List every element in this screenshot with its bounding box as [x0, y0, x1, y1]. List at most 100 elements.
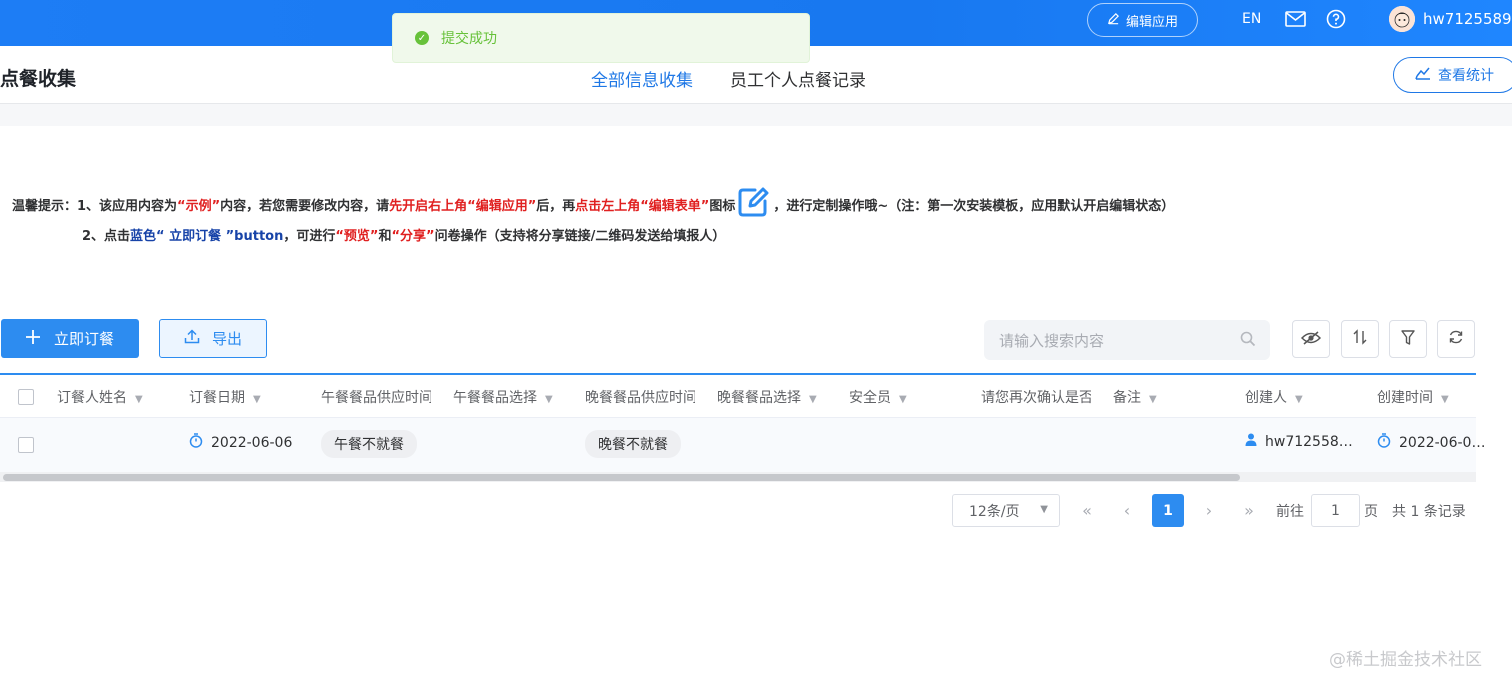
search-icon[interactable]: [1240, 331, 1256, 351]
cell-created-at: 2022-06-0…: [1377, 433, 1485, 452]
column-label: 订餐人姓名: [57, 390, 127, 406]
watermark: @稀土掘金技术社区: [1329, 650, 1482, 670]
filter-icon: [1401, 329, 1415, 349]
edit-app-label: 编辑应用: [1125, 14, 1178, 30]
column-header[interactable]: 晚餐餐品选择 ▼: [717, 387, 829, 407]
column-header[interactable]: 订餐人姓名 ▼: [57, 387, 169, 407]
tips-text-segment: 和: [378, 229, 392, 244]
refresh-button[interactable]: [1437, 320, 1475, 358]
table-row[interactable]: 2022-06-06 午餐不就餐 晚餐不就餐 hw712558… 2022-06…: [0, 418, 1485, 473]
caret-down-icon[interactable]: ▼: [899, 394, 907, 405]
caret-down-icon[interactable]: ▼: [545, 394, 553, 405]
help-icon[interactable]: [1326, 8, 1346, 30]
tips-line-1: 温馨提示：1、该应用内容为“示例”内容，若您需要修改内容，请先开启右上角“编辑应…: [12, 186, 1174, 226]
page-unit-label: 页: [1364, 503, 1378, 520]
mail-icon[interactable]: [1285, 8, 1306, 30]
cell-dinner-time: 晚餐不就餐: [585, 430, 681, 458]
scrollbar-thumb[interactable]: [3, 474, 1240, 481]
creator-value: hw712558…: [1265, 433, 1353, 450]
caret-down-icon[interactable]: ▼: [809, 394, 817, 405]
export-label: 导出: [211, 330, 242, 348]
prev-page-icon[interactable]: ‹: [1112, 494, 1142, 527]
page-number-current[interactable]: 1: [1152, 494, 1184, 527]
tips-text: 温馨提示：1、该应用内容为“示例”内容，若您需要修改内容，请先开启右上角“编辑应…: [12, 186, 1174, 248]
tab-all-info[interactable]: 全部信息收集: [591, 66, 693, 91]
caret-down-icon: ▼: [1040, 504, 1048, 515]
search-placeholder: 请输入搜索内容: [999, 331, 1105, 350]
tab-personal-records[interactable]: 员工个人点餐记录: [730, 66, 866, 91]
language-toggle[interactable]: EN: [1242, 8, 1261, 30]
tips-highlight: 先开启右上角“编辑应用”: [389, 199, 537, 214]
plus-icon: [25, 329, 40, 348]
page-size-select[interactable]: 12条/页 ▼: [952, 494, 1060, 527]
order-now-button[interactable]: 立即订餐: [1, 319, 139, 358]
edit-app-button[interactable]: 编辑应用: [1087, 3, 1198, 37]
upload-icon: [184, 329, 200, 348]
refresh-icon: [1448, 329, 1464, 349]
tips-highlight: “分享”: [391, 229, 435, 244]
goto-label: 前往: [1276, 503, 1304, 520]
data-table: 订餐人姓名 ▼ 订餐日期 ▼ 午餐餐品供应时间 午餐餐品选择 ▼ 晚餐餐品供应时间 晚…: [0, 373, 1485, 473]
tips-highlight: 蓝色“ 立即订餐 ”button: [130, 229, 284, 244]
search-input[interactable]: 请输入搜索内容: [984, 320, 1270, 360]
column-label: 创建时间: [1377, 390, 1433, 406]
cell-date: 2022-06-06: [189, 433, 292, 452]
chart-icon: [1414, 65, 1432, 85]
eye-off-icon: [1300, 330, 1322, 349]
tips-text-segment: 后，再: [536, 199, 576, 214]
tips-highlight: 点击左上角“编辑表单”: [575, 199, 710, 214]
cell-creator: hw712558…: [1245, 433, 1353, 450]
caret-down-icon[interactable]: ▼: [1149, 394, 1157, 405]
edit-form-icon: [737, 186, 771, 226]
hide-columns-button[interactable]: [1292, 320, 1330, 358]
success-toast: ✓ 提交成功: [392, 13, 810, 63]
sort-icon: [1353, 329, 1367, 349]
column-label: 午餐餐品选择: [453, 390, 537, 406]
column-header[interactable]: 备注 ▼: [1113, 387, 1225, 407]
toast-message: 提交成功: [441, 31, 497, 47]
caret-down-icon[interactable]: ▼: [1441, 394, 1449, 405]
order-now-label: 立即订餐: [53, 330, 114, 348]
tips-text-segment: ，进行定制操作哦~（注：第一次安装模板，应用默认开启编辑状态）: [773, 199, 1175, 214]
view-stats-button[interactable]: 查看统计: [1393, 57, 1512, 93]
tips-highlight: “预览”: [335, 229, 379, 244]
tips-text-segment: ，可进行: [283, 229, 336, 244]
next-page-icon[interactable]: ›: [1194, 494, 1224, 527]
tips-text-segment: 内容，若您需要修改内容，请: [220, 199, 390, 214]
column-header[interactable]: 创建时间 ▼: [1377, 387, 1476, 407]
date-value: 2022-06-06: [211, 434, 293, 451]
created-at-value: 2022-06-0…: [1399, 434, 1486, 451]
column-header[interactable]: 午餐餐品供应时间: [321, 387, 431, 407]
caret-down-icon[interactable]: ▼: [135, 394, 143, 405]
column-header[interactable]: 安全员 ▼: [849, 387, 961, 407]
stopwatch-icon: [1377, 433, 1391, 452]
username[interactable]: hw71255899: [1423, 8, 1512, 30]
page-title: 点餐收集: [0, 68, 77, 90]
column-label: 备注: [1113, 390, 1141, 406]
avatar[interactable]: [1389, 6, 1415, 32]
tips-highlight: “示例”: [177, 199, 221, 214]
tag: 午餐不就餐: [321, 430, 417, 458]
column-header[interactable]: 午餐餐品选择 ▼: [453, 387, 565, 407]
export-button[interactable]: 导出: [159, 319, 267, 358]
caret-down-icon[interactable]: ▼: [253, 394, 261, 405]
view-stats-label: 查看统计: [1438, 68, 1494, 84]
first-page-icon[interactable]: «: [1072, 494, 1102, 527]
tips-text-segment: 2、点击: [82, 229, 131, 244]
filter-button[interactable]: [1389, 320, 1427, 358]
table-header: 订餐人姓名 ▼ 订餐日期 ▼ 午餐餐品供应时间 午餐餐品选择 ▼ 晚餐餐品供应时间 晚…: [0, 373, 1476, 418]
caret-down-icon[interactable]: ▼: [1295, 394, 1303, 405]
cell-lunch-time: 午餐不就餐: [321, 430, 417, 458]
column-header[interactable]: 订餐日期 ▼: [189, 387, 301, 407]
sort-button[interactable]: [1341, 320, 1379, 358]
goto-page-input[interactable]: 1: [1311, 494, 1360, 527]
row-checkbox[interactable]: [18, 437, 34, 453]
column-header[interactable]: 晚餐餐品供应时间: [585, 387, 695, 407]
tag: 晚餐不就餐: [585, 430, 681, 458]
column-label: 订餐日期: [189, 390, 245, 406]
last-page-icon[interactable]: »: [1234, 494, 1264, 527]
column-header[interactable]: 请您再次确认是否: [981, 387, 1091, 407]
stopwatch-icon: [189, 433, 203, 452]
column-header[interactable]: 创建人 ▼: [1245, 387, 1357, 407]
select-all-checkbox[interactable]: [18, 389, 34, 405]
